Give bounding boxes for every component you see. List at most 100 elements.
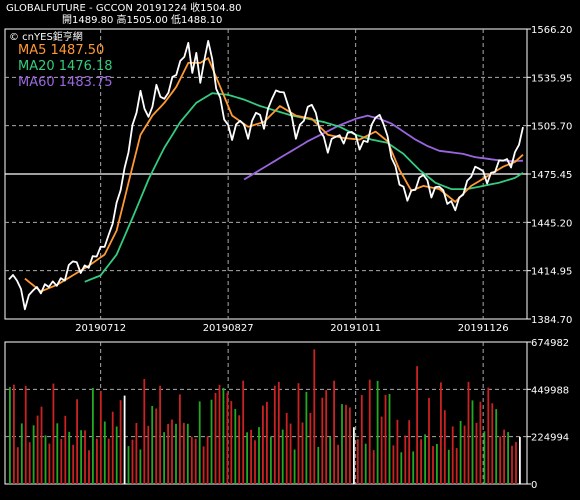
volume-bar — [103, 421, 106, 484]
volume-bar — [135, 423, 138, 484]
volume-bar — [368, 379, 371, 484]
volume-bar — [515, 441, 517, 484]
legend-ma60: MA60 1483.75 — [18, 75, 113, 90]
volume-bar — [190, 436, 193, 484]
volume-bar — [495, 409, 498, 484]
volume-bar — [183, 422, 185, 484]
volume-bar — [356, 439, 359, 484]
volume-bar — [238, 415, 241, 484]
header-line-2: 開1489.80 高1505.00 低1488.10 — [62, 15, 223, 26]
volume-bar — [210, 399, 213, 484]
volume-bar — [107, 438, 110, 484]
volume-bar — [337, 444, 339, 484]
volume-bar — [360, 395, 363, 484]
volume-bar — [147, 425, 150, 484]
volume-bar — [321, 397, 324, 484]
volume-bar — [428, 397, 430, 484]
volume-bar — [127, 446, 130, 484]
volume-bar — [289, 423, 292, 484]
volume-bar — [155, 408, 158, 484]
volume-bar — [293, 449, 296, 484]
volume-bar — [451, 426, 454, 484]
volume-bar — [254, 440, 256, 484]
volume-bar — [48, 443, 51, 484]
volume-bar — [84, 430, 86, 484]
volume-bar — [467, 381, 470, 484]
volume-bar — [388, 394, 391, 484]
volume-y-tick-label: 449988 — [531, 385, 569, 396]
volume-bar — [266, 401, 268, 484]
volume-bar — [226, 392, 229, 484]
volume-bar — [88, 450, 90, 484]
volume-bar — [36, 415, 39, 484]
volume-bar — [455, 448, 458, 484]
volume-bar — [392, 445, 395, 484]
volume-y-tick-label: 0 — [531, 480, 537, 491]
volume-bar — [436, 444, 438, 484]
volume-bar — [242, 380, 245, 484]
volume-bar — [463, 425, 466, 484]
volume-y-tick-label: 674982 — [531, 338, 569, 349]
volume-bar — [99, 391, 102, 484]
volume-bar — [92, 387, 94, 484]
volume-bar — [111, 411, 114, 484]
volume-bar — [384, 395, 387, 484]
volume-bar — [325, 390, 328, 484]
volume-bar — [20, 423, 23, 484]
volume-bar — [206, 436, 209, 484]
volume-bar — [440, 382, 442, 484]
volume-bar — [313, 349, 316, 484]
price-y-tick-label: 1445.20 — [531, 218, 572, 229]
volume-bar — [123, 395, 126, 484]
volume-bar — [277, 382, 280, 484]
volume-bar — [64, 415, 67, 484]
volume-bar — [507, 432, 509, 484]
volume-bar — [309, 412, 312, 484]
volume-bar — [424, 434, 426, 484]
price-x-tick-label: 20191011 — [330, 323, 381, 334]
volume-bar — [68, 431, 71, 484]
volume-bar — [519, 436, 521, 484]
volume-bar — [246, 432, 248, 484]
volume-bar — [175, 423, 177, 484]
volume-bar — [139, 449, 142, 484]
volume-bar — [416, 366, 418, 484]
volume-bar — [479, 401, 482, 484]
volume-bar — [202, 446, 205, 484]
volume-bar — [16, 447, 19, 484]
volume-bar — [198, 401, 201, 484]
price-y-tick-label: 1505.70 — [531, 122, 572, 133]
legend-ma5: MA5 1487.50 — [18, 43, 105, 58]
volume-bar — [44, 435, 47, 484]
volume-bar — [32, 425, 35, 484]
volume-bar — [222, 387, 225, 484]
volume-bar — [194, 438, 197, 484]
volume-bar — [400, 452, 403, 484]
volume-bar — [56, 423, 59, 484]
volume-bar — [28, 442, 31, 484]
volume-bar — [218, 384, 221, 484]
volume-bar — [364, 443, 367, 484]
volume-bar — [408, 420, 411, 484]
volume-bar — [96, 438, 98, 484]
volume-bar — [159, 385, 161, 484]
volume-bar — [499, 436, 502, 484]
volume-bar — [301, 422, 304, 484]
volume-bar — [167, 423, 169, 484]
volume-bar — [186, 423, 189, 484]
volume-bar — [13, 384, 15, 484]
price-y-tick-label: 1414.95 — [531, 267, 572, 278]
volume-bar — [270, 436, 272, 484]
volume-bar — [131, 439, 134, 484]
volume-bar — [475, 422, 478, 484]
price-y-tick-label: 1535.95 — [531, 73, 572, 84]
volume-bar — [404, 435, 407, 484]
volume-bar — [341, 404, 343, 484]
price-x-tick-label: 20190712 — [75, 323, 126, 334]
volume-bar — [349, 407, 351, 484]
price-y-tick-label: 1475.45 — [531, 170, 572, 181]
volume-bar — [329, 436, 332, 484]
volume-bar — [297, 383, 300, 484]
volume-bar — [72, 444, 75, 484]
volume-bar — [119, 400, 122, 484]
